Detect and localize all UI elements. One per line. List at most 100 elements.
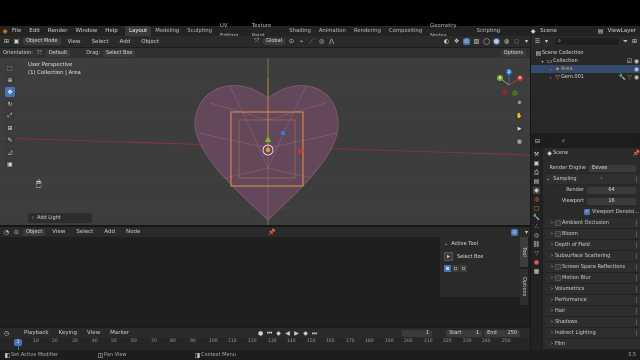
panel-checkbox[interactable] (555, 275, 561, 281)
current-frame-field[interactable]: 1 (402, 329, 433, 337)
viewport-menu-add[interactable]: Add (116, 37, 135, 47)
properties-search-field[interactable]: ⌕ (559, 138, 629, 145)
panel-checkbox[interactable] (555, 231, 561, 237)
sampling-viewport-field[interactable]: 16 (587, 197, 636, 205)
tab-layout[interactable]: Layout (125, 26, 152, 36)
record-icon[interactable]: ● (257, 330, 264, 337)
panel-depth-of-field[interactable]: › Depth of Field ⋮ (546, 240, 640, 251)
add-cube-tool[interactable]: ▣ (5, 159, 15, 169)
jump-start-icon[interactable]: ⏮ (266, 330, 273, 337)
rotate-tool[interactable]: ↻ (5, 99, 15, 109)
perspective-toggle-icon[interactable]: ▦ (515, 137, 524, 146)
drag-handle-icon[interactable]: ⋮ (633, 330, 640, 337)
outliner-row-area[interactable]: › ✦ Area ◉ (531, 65, 640, 73)
panel-motion-blur[interactable]: › Motion Blur ⋮ (546, 273, 640, 284)
drag-handle-icon[interactable]: ⋮ (633, 275, 640, 282)
panel-checkbox[interactable] (555, 264, 561, 270)
panel-hair[interactable]: › Hair ⋮ (546, 306, 640, 317)
node-menu-node[interactable]: Node (122, 227, 144, 237)
viewport-menu-select[interactable]: Select (88, 37, 113, 47)
pivot-icon[interactable]: ⊙ (288, 38, 295, 45)
outliner-row-scene-collection[interactable]: ▤ Scene Collection (531, 49, 640, 57)
tab-shading[interactable]: Shading (285, 26, 315, 36)
drag-handle-icon[interactable]: ⋮ (633, 176, 640, 183)
pin-icon[interactable]: 📌 (268, 229, 275, 236)
sidebar-tab-options[interactable]: Options (520, 269, 528, 305)
output-tab-icon[interactable]: ⎙ (533, 169, 540, 176)
pin-icon[interactable]: 📌 (633, 150, 640, 157)
menu-edit[interactable]: Edit (25, 26, 44, 36)
transform-orientation-dropdown[interactable]: Global (263, 38, 286, 45)
snap-icon[interactable]: ⌁ (298, 38, 305, 45)
pan-hand-icon[interactable]: ✋ (515, 111, 524, 120)
object-tab-icon[interactable]: ▢ (533, 205, 540, 212)
visibility-icon[interactable]: ◐ (443, 38, 450, 45)
tab-compositing[interactable]: Compositing (385, 26, 426, 36)
zoom-icon[interactable]: ⊕ (515, 98, 524, 107)
checkbox-icon[interactable]: ☑ (626, 58, 633, 65)
mesh-data-icon[interactable]: ▽ (626, 74, 633, 81)
jump-end-icon[interactable]: ⏭ (311, 330, 318, 337)
eye-icon[interactable]: ◉ (633, 66, 640, 73)
panel-checkbox[interactable] (555, 220, 561, 226)
gizmo-toggle-icon[interactable]: ✥ (453, 38, 460, 45)
outliner-row-gem[interactable]: › ▽ Gem.001 🔧 ▽ ◉ (531, 73, 640, 81)
outliner-display-mode-icon[interactable]: ▾ (543, 38, 550, 45)
drag-handle-icon[interactable]: ⋮ (633, 319, 640, 326)
node-menu-add[interactable]: Add (100, 227, 119, 237)
drag-handle-icon[interactable]: ⋮ (633, 253, 640, 260)
drag-dropdown[interactable]: Select Box (103, 49, 136, 57)
scene-selector[interactable]: Scene (536, 26, 597, 36)
tab-sculpting[interactable]: Sculpting (183, 26, 216, 36)
select-mode-new-icon[interactable]: ▪ (444, 265, 451, 272)
navigation-gizmo[interactable]: X Z Y (494, 69, 524, 100)
denoise-checkbox[interactable]: ✓ (584, 209, 590, 215)
drag-handle-icon[interactable]: ⋮ (633, 308, 640, 315)
editor-type-icon[interactable]: ⊞ (3, 38, 10, 45)
particles-tab-icon[interactable]: ∴ (533, 223, 540, 230)
node-menu-select[interactable]: Select (72, 227, 97, 237)
node-overlay-dropdown-icon[interactable]: ▾ (523, 229, 530, 236)
scale-tool[interactable]: ⤢ (5, 111, 15, 121)
start-frame-field[interactable]: Start 1 (446, 329, 483, 337)
drag-handle-icon[interactable]: ⋮ (633, 231, 640, 238)
shading-options-icon[interactable]: ▾ (523, 38, 530, 45)
timeline-menu-view[interactable]: View (83, 328, 104, 338)
drag-handle-icon[interactable]: ⋮ (633, 242, 640, 249)
modifier-icon[interactable]: 🔧 (619, 74, 626, 81)
panel-subsurface-scattering[interactable]: › Subsurface Scattering ⋮ (546, 251, 640, 262)
outliner-row-collection[interactable]: ▾ ▭ Collection ☑ ◉ (531, 57, 640, 65)
shading-rendered-icon[interactable]: ◌ (513, 38, 520, 45)
sampling-render-field[interactable]: 64 (587, 186, 636, 194)
world-tab-icon[interactable]: ◍ (533, 196, 540, 203)
snap-settings-icon[interactable]: ⋰ (308, 38, 315, 45)
shading-solid-icon[interactable]: ● (493, 38, 500, 45)
node-tree-type-icon[interactable]: ⊙ (13, 229, 20, 236)
mode-dropdown[interactable]: Object Mode (23, 38, 61, 45)
gizmo-z-axis[interactable]: Z (506, 69, 512, 75)
panel-ambient-occlusion[interactable]: › Ambient Occlusion ⋮ (546, 218, 640, 229)
end-frame-field[interactable]: End 250 (484, 329, 521, 337)
xray-toggle-icon[interactable]: ▧ (473, 38, 480, 45)
prev-keyframe-icon[interactable]: ◆ (275, 330, 282, 337)
panel-performance[interactable]: › Performance ⋮ (546, 295, 640, 306)
3d-viewport[interactable]: User Perspective (1) Collection | Area ⬚… (0, 58, 530, 225)
tab-rendering[interactable]: Rendering (350, 26, 385, 36)
texture-tab-icon[interactable]: ▦ (533, 268, 540, 275)
playhead-frame-badge[interactable]: 1 (14, 339, 22, 346)
outliner-editor-icon[interactable]: ☰ (534, 38, 541, 45)
gizmo-neg-x[interactable] (502, 89, 508, 95)
shading-wireframe-icon[interactable]: ◯ (483, 38, 490, 45)
tab-modeling[interactable]: Modeling (151, 26, 183, 36)
sampling-panel-header[interactable]: ⌄ Sampling • ⋮ (546, 174, 640, 185)
node-menu-view[interactable]: View (48, 227, 69, 237)
panel-bloom[interactable]: › Bloom ⋮ (546, 229, 640, 240)
view-layer-tab-icon[interactable]: ▤ (533, 178, 540, 185)
node-overlay-icon[interactable]: ⊚ (511, 228, 518, 236)
expand-arrow-icon[interactable]: ▾ (539, 58, 546, 65)
data-tab-icon[interactable]: ▽ (533, 250, 540, 257)
options-dropdown[interactable]: Options (500, 49, 526, 57)
gizmo-neg-y[interactable] (512, 90, 518, 96)
physics-tab-icon[interactable]: ◎ (533, 232, 540, 239)
panel-film[interactable]: › Film (546, 339, 640, 350)
